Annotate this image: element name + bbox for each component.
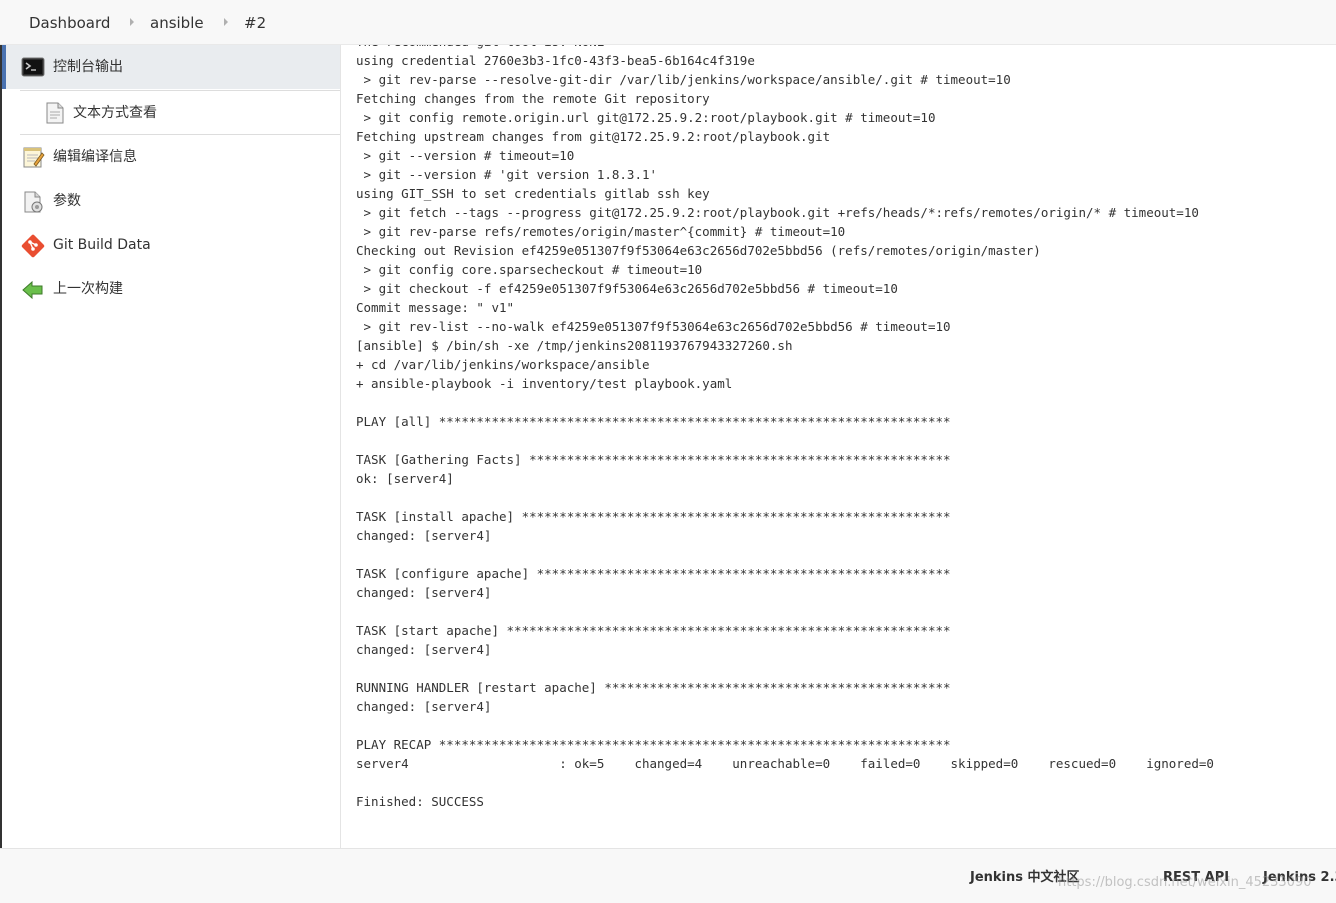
- sidebar-item-label: 文本方式查看: [73, 105, 157, 121]
- console-line: Fetching changes from the remote Git rep…: [356, 91, 710, 106]
- console-line: > git fetch --tags --progress git@172.25…: [356, 205, 1199, 220]
- console-line: changed: [server4]: [356, 585, 492, 600]
- console-line: Finished: SUCCESS: [356, 794, 484, 809]
- console-line: PLAY [all] *****************************…: [356, 414, 951, 429]
- console-line: > git --version # timeout=10: [356, 148, 575, 163]
- console-line: changed: [server4]: [356, 528, 492, 543]
- breadcrumb: Dashboard ansible #2: [0, 0, 1336, 45]
- parameters-icon: [21, 190, 45, 214]
- console-line: TASK [Gathering Facts] *****************…: [356, 452, 951, 467]
- console-line: [ansible] $ /bin/sh -xe /tmp/jenkins2081…: [356, 338, 793, 353]
- console-line: RUNNING HANDLER [restart apache] *******…: [356, 680, 951, 695]
- sidebar: 控制台输出 文本方式查看 编辑编译信息 参数 Git Build Data 上一…: [0, 45, 341, 848]
- sidebar-item-view-as-plain-text[interactable]: 文本方式查看: [0, 90, 340, 134]
- console-line: server4 : ok=5 changed=4 unreachable=0 f…: [356, 756, 1237, 771]
- sidebar-item-label: 编辑编译信息: [53, 149, 137, 165]
- sidebar-item-label: Git Build Data: [53, 237, 151, 253]
- console-line: The recommended git tool is: NONE: [356, 45, 604, 49]
- console-line: changed: [server4]: [356, 699, 492, 714]
- console-line: > git rev-parse --resolve-git-dir /var/l…: [356, 72, 1011, 87]
- console-line: > git rev-parse refs/remotes/origin/mast…: [356, 224, 846, 239]
- sidebar-item-previous-build[interactable]: 上一次构建: [0, 267, 340, 311]
- sidebar-item-label: 控制台输出: [53, 59, 123, 75]
- console-line: TASK [start apache] ********************…: [356, 623, 951, 638]
- console-line: Fetching upstream changes from git@172.2…: [356, 129, 831, 144]
- notepad-icon: [21, 145, 45, 169]
- watermark-text: https://blog.csdn.net/weixin_45233090: [1058, 875, 1312, 890]
- breadcrumb-separator-icon[interactable]: [224, 18, 228, 26]
- breadcrumb-dashboard[interactable]: Dashboard: [29, 13, 110, 33]
- console-line: using GIT_SSH to set credentials gitlab …: [356, 186, 710, 201]
- console-line: > git config core.sparsecheckout # timeo…: [356, 262, 703, 277]
- sidebar-item-edit-build-info[interactable]: 编辑编译信息: [0, 135, 340, 179]
- console-line: changed: [server4]: [356, 642, 492, 657]
- breadcrumb-build-number[interactable]: #2: [244, 13, 266, 33]
- console-line: TASK [install apache] ******************…: [356, 509, 951, 524]
- console-line: > git --version # 'git version 1.8.3.1': [356, 167, 658, 182]
- console-line: Checking out Revision ef4259e051307f9f53…: [356, 243, 1041, 258]
- sidebar-item-git-build-data[interactable]: Git Build Data: [0, 223, 340, 267]
- sidebar-item-parameters[interactable]: 参数: [0, 179, 340, 223]
- console-line: PLAY RECAP *****************************…: [356, 737, 951, 752]
- terminal-icon: [21, 55, 45, 79]
- console-line: > git checkout -f ef4259e051307f9f53064e…: [356, 281, 898, 296]
- console-line: > git rev-list --no-walk ef4259e051307f9…: [356, 319, 951, 334]
- breadcrumb-separator-icon[interactable]: [130, 18, 134, 26]
- console-line: + ansible-playbook -i inventory/test pla…: [356, 376, 733, 391]
- git-icon: [21, 234, 45, 258]
- back-arrow-icon: [21, 278, 45, 302]
- console-line: using credential 2760e3b3-1fc0-43f3-bea5…: [356, 53, 755, 68]
- sidebar-item-label: 参数: [53, 193, 81, 209]
- document-icon: [43, 101, 67, 125]
- jenkins-console-page: Dashboard ansible #2 控制台输出 文本方式查看 编辑编译信息…: [0, 0, 1336, 903]
- console-line: TASK [configure apache] ****************…: [356, 566, 951, 581]
- sidebar-item-label: 上一次构建: [53, 281, 123, 297]
- console-output-panel: The recommended git tool is: NONE using …: [342, 45, 1336, 848]
- console-line: + cd /var/lib/jenkins/workspace/ansible: [356, 357, 650, 372]
- console-output: The recommended git tool is: NONE using …: [356, 45, 1237, 811]
- sidebar-item-console-output[interactable]: 控制台输出: [0, 45, 340, 89]
- window-edge: [0, 45, 2, 848]
- console-line: Commit message: " v1": [356, 300, 515, 315]
- console-line: ok: [server4]: [356, 471, 454, 486]
- breadcrumb-ansible[interactable]: ansible: [150, 13, 204, 33]
- console-line: > git config remote.origin.url git@172.2…: [356, 110, 936, 125]
